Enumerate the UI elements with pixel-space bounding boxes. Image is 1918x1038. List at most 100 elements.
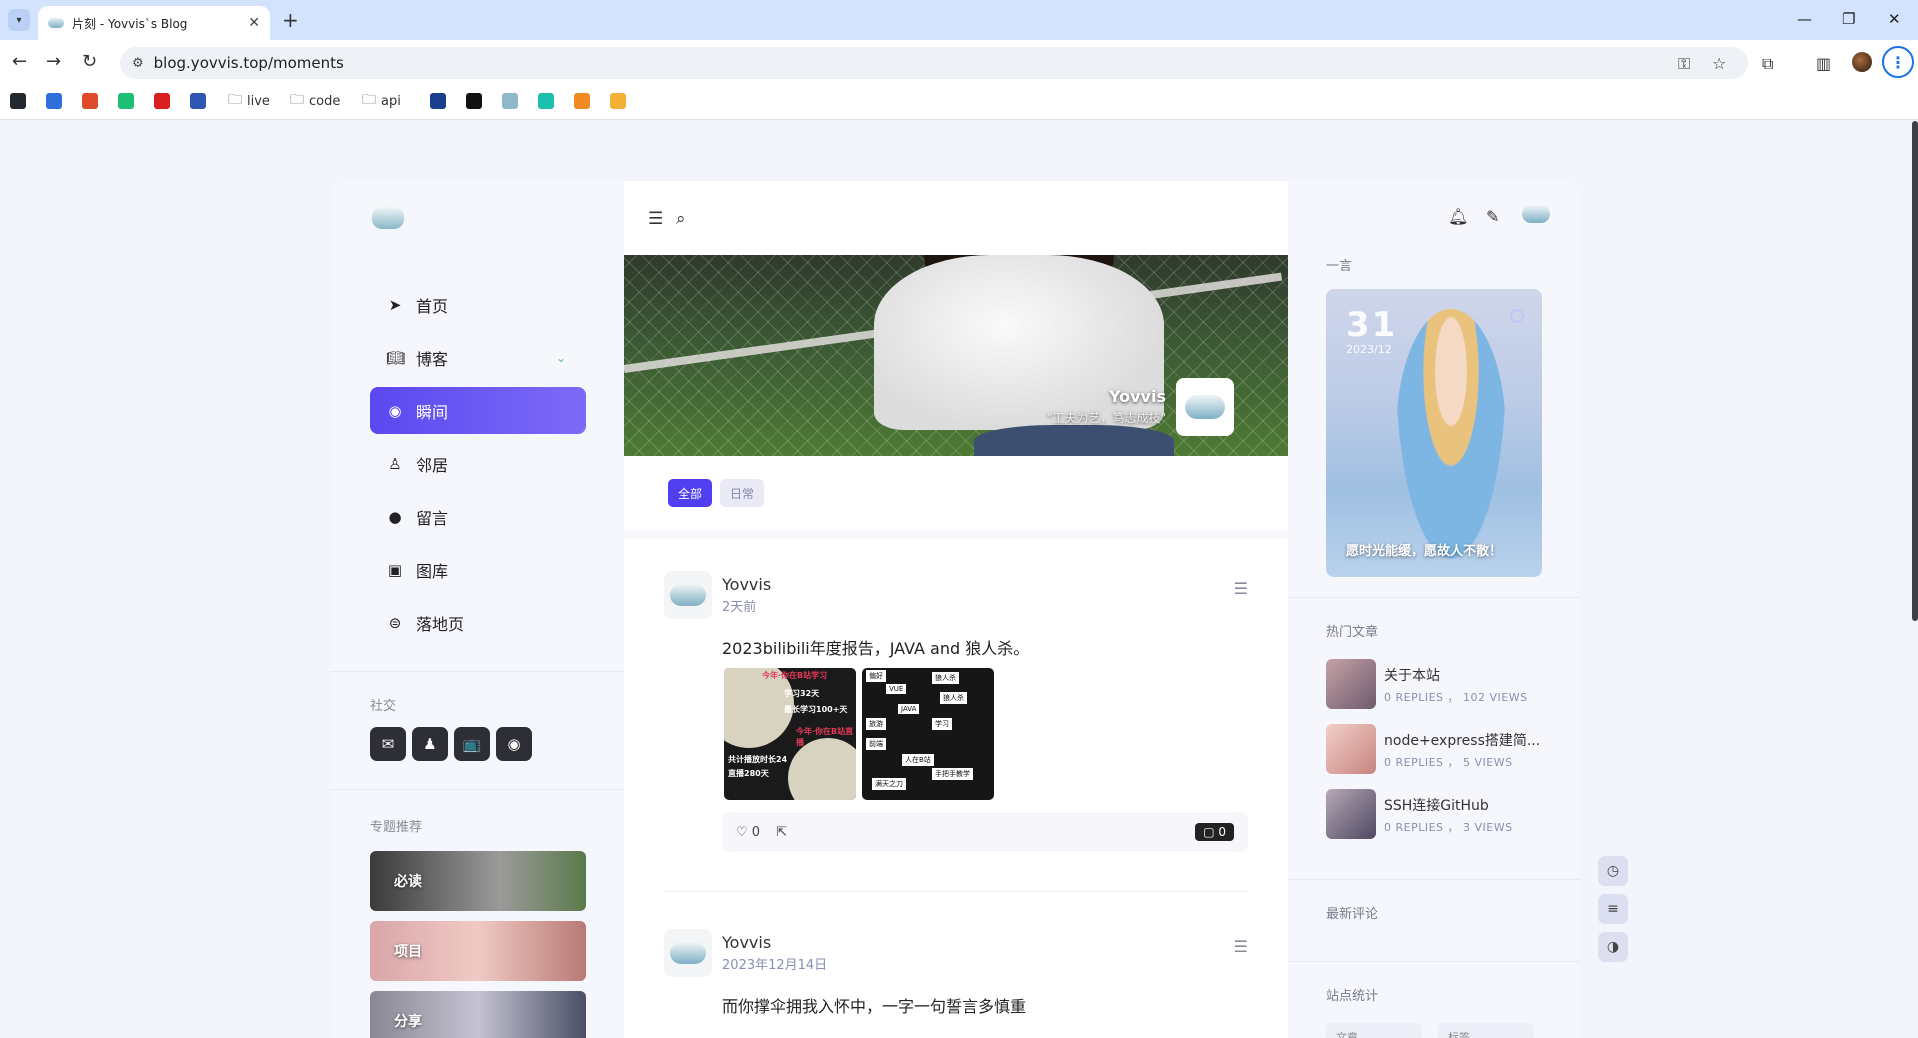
hot-post-title: SSH连接GitHub xyxy=(1384,798,1489,814)
back-icon[interactable]: ← xyxy=(12,52,27,72)
filter-all[interactable]: 全部 xyxy=(668,479,713,507)
folder-icon: 🗀 xyxy=(290,92,304,108)
theme-toggle-icon[interactable]: ◑ xyxy=(1598,932,1628,962)
banner-motto: "工夫为艺，笃志成技" xyxy=(1046,411,1166,425)
post-menu-icon[interactable]: ☰ xyxy=(1234,579,1248,598)
post-actions: ♡ 0 ⇱ ▢ 0 xyxy=(722,812,1248,852)
nav-item-4[interactable]: ● 留言 xyxy=(370,493,586,540)
browser-tab[interactable]: 片刻 - Yovvis`s Blog ✕ xyxy=(38,6,270,40)
bookmark-item[interactable] xyxy=(610,91,626,111)
bilibili-icon[interactable]: 📺 xyxy=(454,727,490,761)
blog-layout: ➤ 首页 📖︎ 博客 ⌄ ◉ 瞬间 ♙ 邻居 ● 留言 ▣ 图库 ⊜ 落地页 社交 ✉ ♟ 📺 ◉ 专题推荐… xyxy=(330,181,1580,1038)
bookmark-label: api xyxy=(381,93,401,109)
yiyan-title: 一言 xyxy=(1326,259,1353,274)
nav-label: 邻居 xyxy=(416,455,449,475)
filter-daily[interactable]: 日常 xyxy=(720,479,765,507)
hot-post-item[interactable]: SSH连接GitHub 0 REPLIES ， 3 VIEWS xyxy=(1326,789,1542,839)
report-tag: 前端 xyxy=(866,738,886,750)
bookmark-item[interactable] xyxy=(466,91,482,111)
extensions-icon[interactable]: ⧉ xyxy=(1762,54,1773,74)
wechat-icon[interactable]: ✉ xyxy=(370,727,406,761)
tab-search-button[interactable]: ▾ xyxy=(8,9,30,31)
clock-icon[interactable]: ◷ xyxy=(1598,856,1628,886)
comment-count: 0 xyxy=(1218,825,1226,839)
restore-button[interactable]: ❐ xyxy=(1842,10,1855,28)
comment-button[interactable]: ▢ 0 xyxy=(1195,823,1234,841)
forward-icon[interactable]: → xyxy=(46,52,61,72)
github-icon[interactable]: ◉ xyxy=(496,727,532,761)
new-tab-button[interactable]: + xyxy=(282,9,299,31)
topic-card-share[interactable]: 分享 xyxy=(370,991,586,1038)
bookmark-star-icon[interactable]: ☆ xyxy=(1712,54,1726,73)
post-image[interactable]: 偏好 狼人杀 VUE 狼人杀 JAVA 旅游 学习 前端 人在B站 手把手教学 满天之刀 xyxy=(862,668,994,800)
user-avatar[interactable] xyxy=(1522,205,1550,223)
bookmark-item[interactable] xyxy=(430,91,446,111)
qq-icon[interactable]: ♟ xyxy=(412,727,448,761)
list-icon[interactable]: ≡ xyxy=(1598,894,1628,924)
post-author[interactable]: Yovvis xyxy=(722,933,771,952)
minimize-button[interactable]: — xyxy=(1797,10,1812,28)
search-icon[interactable]: ⌕ xyxy=(676,209,686,229)
comments-title: 最新评论 xyxy=(1326,907,1379,922)
site-info-icon[interactable]: ⚙ xyxy=(132,56,144,71)
post-menu-icon[interactable]: ☰ xyxy=(1234,937,1248,956)
profile-avatar[interactable] xyxy=(1852,52,1872,72)
topics-title: 专题推荐 xyxy=(370,820,423,835)
like-button[interactable]: ♡ 0 xyxy=(736,825,760,840)
notification-bell-icon[interactable]: 🔔︎ xyxy=(1448,207,1468,226)
nav-item-0[interactable]: ➤ 首页 xyxy=(370,281,586,328)
close-tab-icon[interactable]: ✕ xyxy=(248,15,260,31)
post-author[interactable]: Yovvis xyxy=(722,575,771,594)
bookmark-item[interactable] xyxy=(538,91,554,111)
hot-post-item[interactable]: 关于本站 0 REPLIES ， 102 VIEWS xyxy=(1326,659,1542,709)
close-window-button[interactable]: ✕ xyxy=(1888,10,1901,28)
quote-illustration xyxy=(1396,309,1506,559)
bookmark-item[interactable] xyxy=(190,91,206,111)
edit-icon[interactable]: ✎ xyxy=(1486,207,1499,226)
side-panel-icon[interactable]: ▥ xyxy=(1816,54,1831,73)
nav-item-3[interactable]: ♙ 邻居 xyxy=(370,440,586,487)
bookmark-folder[interactable]: 🗀 api xyxy=(362,91,401,111)
hot-post-item[interactable]: node+express搭建简... 0 REPLIES ， 5 VIEWS xyxy=(1326,724,1542,774)
address-bar[interactable]: ⚙ blog.yovvis.top/moments xyxy=(120,47,1748,79)
chevron-down-icon[interactable]: ⌄ xyxy=(556,351,566,365)
post-image[interactable]: 今年·你在B站学习 学习32天 最长学习100+天 今年·你在B站直播 共计播放… xyxy=(724,668,856,800)
report-tag: VUE xyxy=(886,684,907,694)
nav-item-6[interactable]: ⊜ 落地页 xyxy=(370,599,586,646)
stat-card-posts: 文章 xyxy=(1326,1023,1422,1038)
menu-toggle-icon[interactable]: ☰ xyxy=(648,209,663,229)
bookmark-item[interactable] xyxy=(574,91,590,111)
nav-item-5[interactable]: ▣ 图库 xyxy=(370,546,586,593)
nav-item-1[interactable]: 📖︎ 博客 ⌄ xyxy=(370,334,586,381)
topic-card-projects[interactable]: 项目 xyxy=(370,921,586,981)
reload-icon[interactable]: ↻ xyxy=(82,52,97,72)
topic-card-must-read[interactable]: 必读 xyxy=(370,851,586,911)
browser-menu-icon[interactable]: ⋮ xyxy=(1882,46,1914,78)
topic-label: 项目 xyxy=(394,944,422,960)
site-logo[interactable] xyxy=(372,207,404,229)
nav-item-2[interactable]: ◉ 瞬间 xyxy=(370,387,586,434)
bookmark-item[interactable] xyxy=(118,91,134,111)
bookmark-label: code xyxy=(309,93,341,109)
bookmark-folder[interactable]: 🗀 code xyxy=(290,91,340,111)
author-avatar[interactable] xyxy=(664,571,712,619)
bookmark-folder[interactable]: 🗀 live xyxy=(228,91,270,111)
share-icon[interactable]: ⇱ xyxy=(776,825,787,840)
bookmark-favicon xyxy=(538,93,554,109)
main-nav: ➤ 首页 📖︎ 博客 ⌄ ◉ 瞬间 ♙ 邻居 ● 留言 ▣ 图库 ⊜ 落地页 xyxy=(370,281,586,652)
refresh-icon[interactable] xyxy=(1510,309,1524,323)
page-scrollbar[interactable] xyxy=(1912,121,1918,621)
author-avatar[interactable] xyxy=(664,929,712,977)
bookmark-item[interactable] xyxy=(82,91,98,111)
banner-avatar[interactable] xyxy=(1176,378,1234,436)
bookmark-item[interactable] xyxy=(46,91,62,111)
bookmark-favicon xyxy=(430,93,446,109)
bookmark-item[interactable] xyxy=(502,91,518,111)
bookmark-item[interactable] xyxy=(154,91,170,111)
report-label: 今年·你在B站学习 xyxy=(762,671,828,680)
password-key-icon[interactable]: ⚿ xyxy=(1678,54,1690,74)
quote-card: 31 2023/12 愿时光能缓，愿故人不散！ xyxy=(1326,289,1542,577)
bookmark-item[interactable] xyxy=(10,91,26,111)
bookmark-favicon xyxy=(502,93,518,109)
report-tag: JAVA xyxy=(898,704,920,714)
